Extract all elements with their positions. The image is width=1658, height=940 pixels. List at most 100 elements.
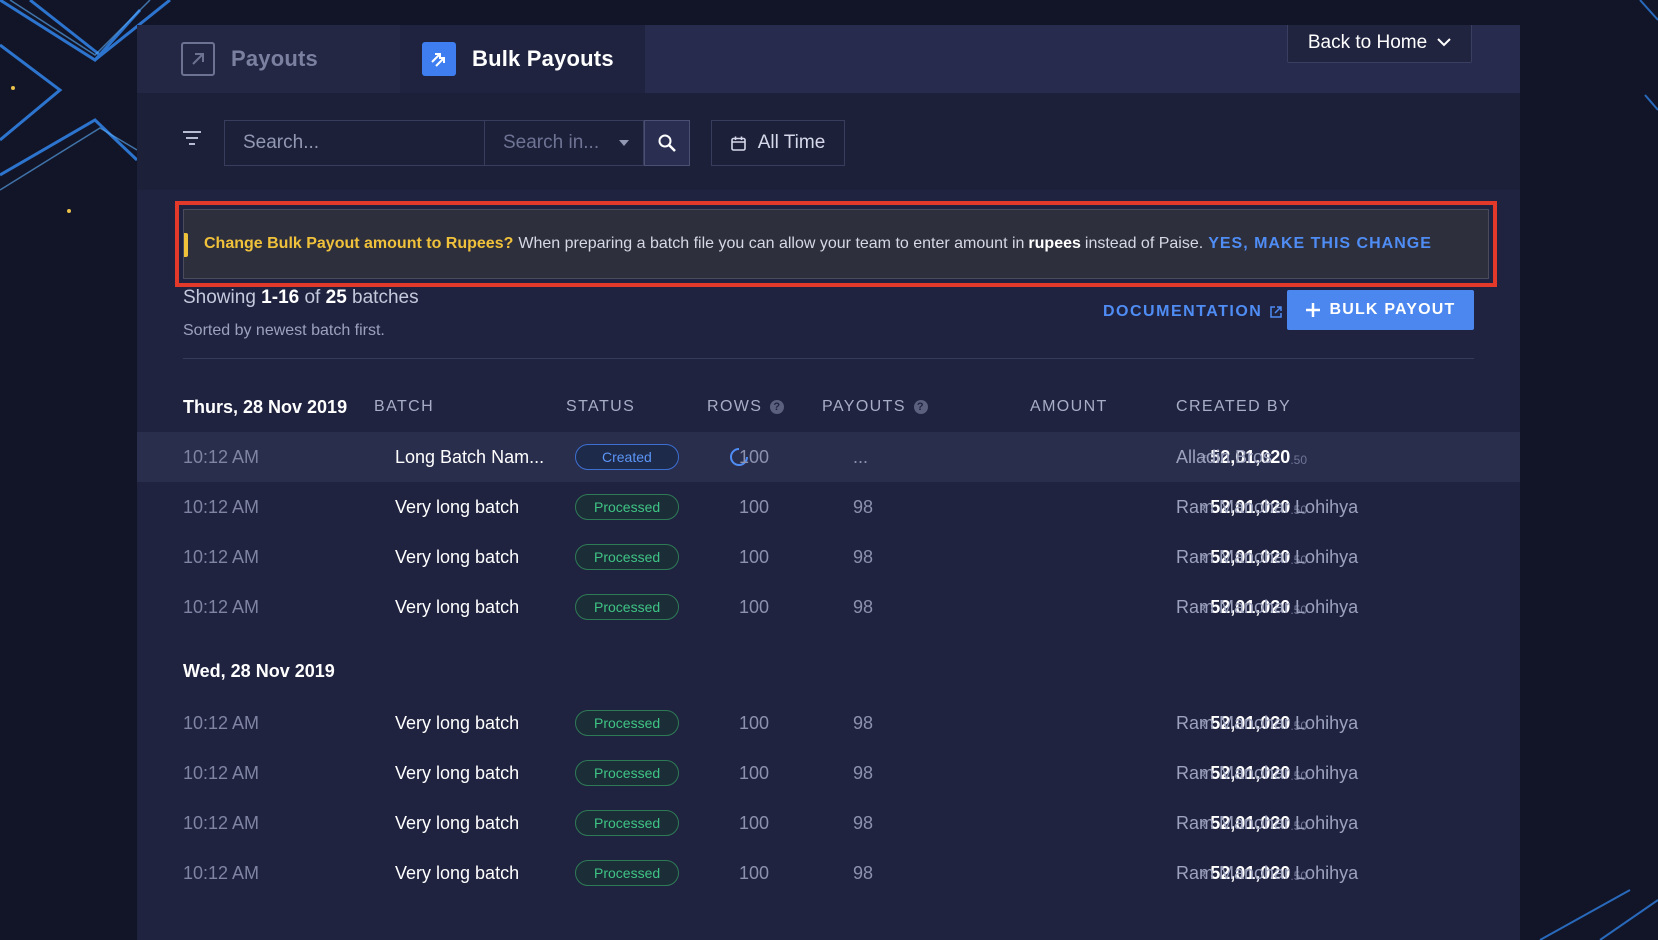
date-range-label: All Time	[757, 132, 826, 153]
row-rows-count: 100	[739, 496, 770, 517]
plus-icon	[1306, 303, 1321, 317]
row-rows-count: 100	[739, 712, 770, 733]
row-time: 10:12 AM	[183, 762, 260, 783]
bulk-arrows-icon	[422, 42, 456, 76]
table-row[interactable]: 10:12 AM Very long batch Processed 100 9…	[137, 848, 1520, 898]
table-row[interactable]: 10:12 AM Very long batch Processed 100 9…	[137, 698, 1520, 748]
back-to-home-button[interactable]: Back to Home	[1287, 25, 1472, 63]
row-created-by: Ram Manohar Lohihya	[1176, 762, 1359, 783]
row-payouts-count: ...	[853, 446, 869, 467]
search-button[interactable]	[644, 120, 690, 166]
caret-down-icon	[619, 140, 629, 146]
row-batch-name: Long Batch Nam...	[395, 446, 545, 467]
arrow-up-right-icon	[181, 42, 215, 76]
column-label: AMOUNT	[1030, 398, 1108, 415]
tab-label: Payouts	[231, 46, 318, 71]
row-payouts-count: 98	[853, 596, 874, 617]
row-payouts-count: 98	[853, 812, 874, 833]
group-date: Wed, 28 Nov 2019	[183, 661, 335, 681]
row-status: Created	[575, 432, 679, 482]
row-time: 10:12 AM	[183, 862, 260, 883]
filter-icon[interactable]	[183, 131, 201, 145]
date-range-button[interactable]: All Time	[711, 120, 845, 166]
notice-title: Change Bulk Payout amount to Rupees?	[204, 235, 514, 252]
help-icon[interactable]: ?	[770, 400, 785, 414]
row-batch-name: Very long batch	[395, 712, 520, 733]
table-row[interactable]: 10:12 AM Very long batch Processed 100 9…	[137, 482, 1520, 532]
table-row[interactable]: 10:12 AM Very long batch Processed 100 9…	[137, 582, 1520, 632]
column-header-payouts: PAYOUTS?	[822, 398, 928, 416]
table-row[interactable]: 10:12 AM Very long batch Processed 100 9…	[137, 532, 1520, 582]
row-created-by: Alladin Bros	[1176, 446, 1273, 467]
tab-payouts[interactable]: Payouts	[137, 25, 400, 93]
tab-label: Bulk Payouts	[472, 46, 614, 71]
status-badge: Processed	[575, 710, 680, 736]
row-batch-name: Very long batch	[395, 546, 520, 567]
row-time: 10:12 AM	[183, 546, 260, 567]
row-batch-name: Very long batch	[395, 812, 520, 833]
row-created-by: Ram Manohar Lohihya	[1176, 496, 1359, 517]
row-batch-name: Very long batch	[395, 496, 520, 517]
back-to-home-label: Back to Home	[1307, 31, 1428, 53]
warning-accent-bar	[184, 233, 188, 257]
table-row[interactable]: 10:12 AM Very long batch Processed 100 9…	[137, 748, 1520, 798]
make-change-link[interactable]: YES, MAKE THIS CHANGE	[1208, 235, 1432, 253]
toolbar: Search in... All Time	[137, 93, 1520, 190]
column-header-batch: BATCH	[374, 398, 434, 416]
summary-of: of	[304, 287, 321, 308]
status-badge: Processed	[575, 860, 680, 886]
status-badge: Processed	[575, 544, 680, 570]
calendar-icon	[730, 136, 746, 151]
row-time: 10:12 AM	[183, 596, 260, 617]
row-batch-name: Very long batch	[395, 862, 520, 883]
tab-bulk-payouts[interactable]: Bulk Payouts	[400, 25, 645, 93]
main-panel: Payouts Bulk Payouts Back to Home Search…	[137, 25, 1520, 940]
row-payouts-count: 98	[853, 712, 874, 733]
row-rows-count: 100	[739, 596, 770, 617]
row-status: Processed	[575, 482, 680, 532]
chevron-down-icon	[1437, 38, 1451, 47]
divider	[183, 358, 1474, 359]
status-badge: Processed	[575, 594, 680, 620]
table-row[interactable]: 10:12 AM Very long batch Processed 100 9…	[137, 798, 1520, 848]
row-created-by: Ram Manohar Lohihya	[1176, 596, 1359, 617]
row-status: Processed	[575, 848, 680, 898]
tab-bar: Payouts Bulk Payouts Back to Home	[137, 25, 1520, 93]
row-batch-name: Very long batch	[395, 762, 520, 783]
row-payouts-count: 98	[853, 862, 874, 883]
row-time: 10:12 AM	[183, 712, 260, 733]
help-icon[interactable]: ?	[913, 400, 928, 414]
row-payouts-count: 98	[853, 546, 874, 567]
summary-prefix: Showing	[183, 287, 256, 308]
documentation-label: DOCUMENTATION	[1103, 303, 1263, 320]
summary-suffix: batches	[352, 287, 419, 308]
row-time: 10:12 AM	[183, 496, 260, 517]
column-header-rows: ROWS?	[707, 398, 785, 416]
row-created-by: Ram Manohar Lohihya	[1176, 812, 1359, 833]
table-row[interactable]: 10:12 AM Long Batch Nam... Created 100 .…	[137, 432, 1520, 482]
column-label: CREATED BY	[1176, 398, 1292, 415]
column-label: STATUS	[566, 398, 636, 415]
row-batch-name: Very long batch	[395, 596, 520, 617]
result-summary: Showing 1-16 of 25 batches	[183, 287, 419, 309]
summary-range: 1-16	[261, 287, 300, 308]
row-status: Processed	[575, 582, 680, 632]
row-time: 10:12 AM	[183, 812, 260, 833]
group-date: Thurs, 28 Nov 2019	[183, 397, 348, 417]
column-label: ROWS	[707, 398, 763, 415]
documentation-link[interactable]: DOCUMENTATION	[1103, 303, 1283, 321]
search-in-select[interactable]: Search in...	[484, 120, 644, 166]
bulk-payout-button[interactable]: BULK PAYOUT	[1287, 290, 1474, 330]
row-status: Processed	[575, 532, 680, 582]
row-created-by: Ram Manohar Lohihya	[1176, 546, 1359, 567]
column-label: PAYOUTS	[822, 398, 906, 415]
notice-text-after: instead of Paise.	[1084, 235, 1204, 252]
row-status: Processed	[575, 698, 680, 748]
search-input[interactable]	[224, 120, 485, 166]
row-rows-count: 100	[739, 446, 770, 467]
row-payouts-count: 98	[853, 496, 874, 517]
row-time: 10:12 AM	[183, 446, 260, 467]
row-status: Processed	[575, 748, 680, 798]
row-rows-count: 100	[739, 546, 770, 567]
row-created-by: Ram Manohar Lohihya	[1176, 862, 1359, 883]
